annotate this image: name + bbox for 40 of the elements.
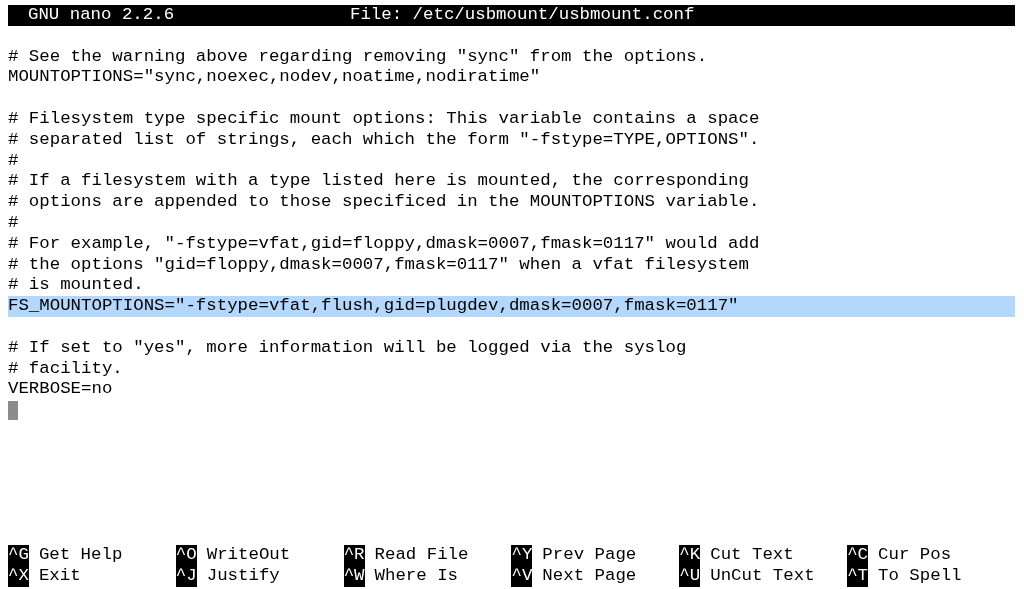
code-line: VERBOSE=no [8,379,114,401]
code-line: # [8,150,20,172]
code-line: # is mounted. [8,275,145,297]
shortcut-key: ^K [679,545,701,567]
file-name: File: /etc/usbmount/usbmount.conf [350,5,695,26]
code-line: # For example, "-fstype=vfat,gid=floppy,dmask=0007,fmask=0117" would add [8,233,761,255]
shortcut-key: ^X [8,566,29,587]
shortcut-label: To Spell [878,566,962,587]
shortcut-label: Read File [374,545,469,567]
shortcut-label: UnCut Text [710,566,815,587]
shortcut-key: ^U [679,566,701,587]
code-line: # See the warning above regarding removing "sync" from the options. [8,46,709,68]
code-line: MOUNTOPTIONS="sync,noexec,nodev,noatime,nodiratime" [8,67,542,89]
shortcut-key: ^W [343,566,365,587]
shortcut-label: Cur Pos [878,545,952,567]
shortcut-key: ^J [175,566,197,587]
shortcut-label: Next Page [542,566,637,587]
code-line: # options are appended to those specificed in the MOUNTOPTIONS variable. [8,192,761,213]
shortcut-key: ^O [175,545,197,567]
code-line: # separated list of strings, each which the form "-fstype=TYPE,OPTIONS". [8,129,761,151]
shortcut-key: ^G [8,545,29,567]
code-line: # facility. [8,358,124,380]
shortcut-label: Prev Page [542,545,637,567]
shortcut-label: Exit [38,566,81,587]
app-version: GNU nano 2.2.6 [28,5,176,26]
shortcut-label: WriteOut [206,545,291,567]
code-line: # [8,212,20,234]
shortcut-label: Get Help [38,545,123,567]
shortcut-label: Justify [206,566,280,587]
shortcut-key: ^R [343,545,365,567]
shortcut-key: ^T [847,566,869,587]
shortcut-key: ^C [847,545,869,567]
shortcut-label: Cut Text [710,545,794,567]
code-line: # the options "gid=floppy,dmask=0007,fmask=0117" when a vfat filesystem [8,254,750,276]
code-line: # Filesystem type specific mount options: This variable contains a space [8,109,761,130]
shortcut-key: ^Y [511,545,533,567]
code-line: # If set to "yes", more information will be logged via the syslog [8,337,688,359]
code-line: # If a filesystem with a type listed here is mounted, the corresponding [8,171,750,193]
shortcut-key: ^V [511,566,533,587]
shortcut-label: Where Is [374,566,459,587]
